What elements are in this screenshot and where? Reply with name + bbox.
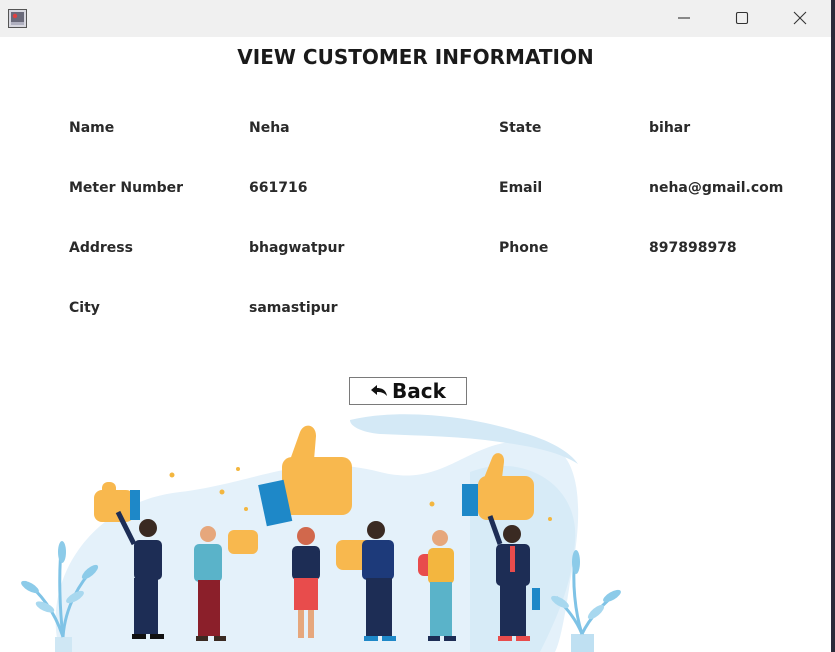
page-title: VIEW CUSTOMER INFORMATION bbox=[237, 45, 594, 69]
meter-number-value: 661716 bbox=[249, 180, 308, 196]
close-icon bbox=[793, 11, 807, 25]
city-value: samastipur bbox=[249, 300, 338, 316]
maximize-icon bbox=[735, 11, 749, 25]
back-button[interactable]: Back bbox=[349, 377, 467, 405]
title-bar bbox=[0, 0, 831, 37]
close-button[interactable] bbox=[778, 6, 822, 30]
meter-number-label: Meter Number bbox=[69, 180, 184, 196]
name-value: Neha bbox=[249, 120, 290, 136]
customer-info-window: VIEW CUSTOMER INFORMATION Name Neha Mete… bbox=[0, 0, 831, 652]
back-button-label: Back bbox=[392, 379, 446, 403]
address-label: Address bbox=[69, 240, 133, 256]
back-arrow-icon bbox=[371, 385, 388, 396]
phone-value: 897898978 bbox=[649, 240, 737, 256]
thumbs-up-team-illustration bbox=[21, 414, 621, 652]
phone-label: Phone bbox=[499, 240, 549, 256]
email-value: neha@gmail.com bbox=[649, 180, 784, 196]
desktop-background-edge bbox=[831, 0, 835, 652]
state-label: State bbox=[499, 120, 542, 136]
city-label: City bbox=[69, 300, 100, 316]
address-value: bhagwatpur bbox=[249, 240, 345, 256]
minimize-icon bbox=[678, 17, 690, 19]
email-label: Email bbox=[499, 180, 543, 196]
name-label: Name bbox=[69, 120, 115, 136]
maximize-button[interactable] bbox=[720, 6, 764, 30]
thumbs-up-icon-left bbox=[94, 482, 140, 522]
state-value: bihar bbox=[649, 120, 691, 136]
java-app-icon bbox=[8, 9, 27, 28]
minimize-button[interactable] bbox=[662, 6, 706, 30]
